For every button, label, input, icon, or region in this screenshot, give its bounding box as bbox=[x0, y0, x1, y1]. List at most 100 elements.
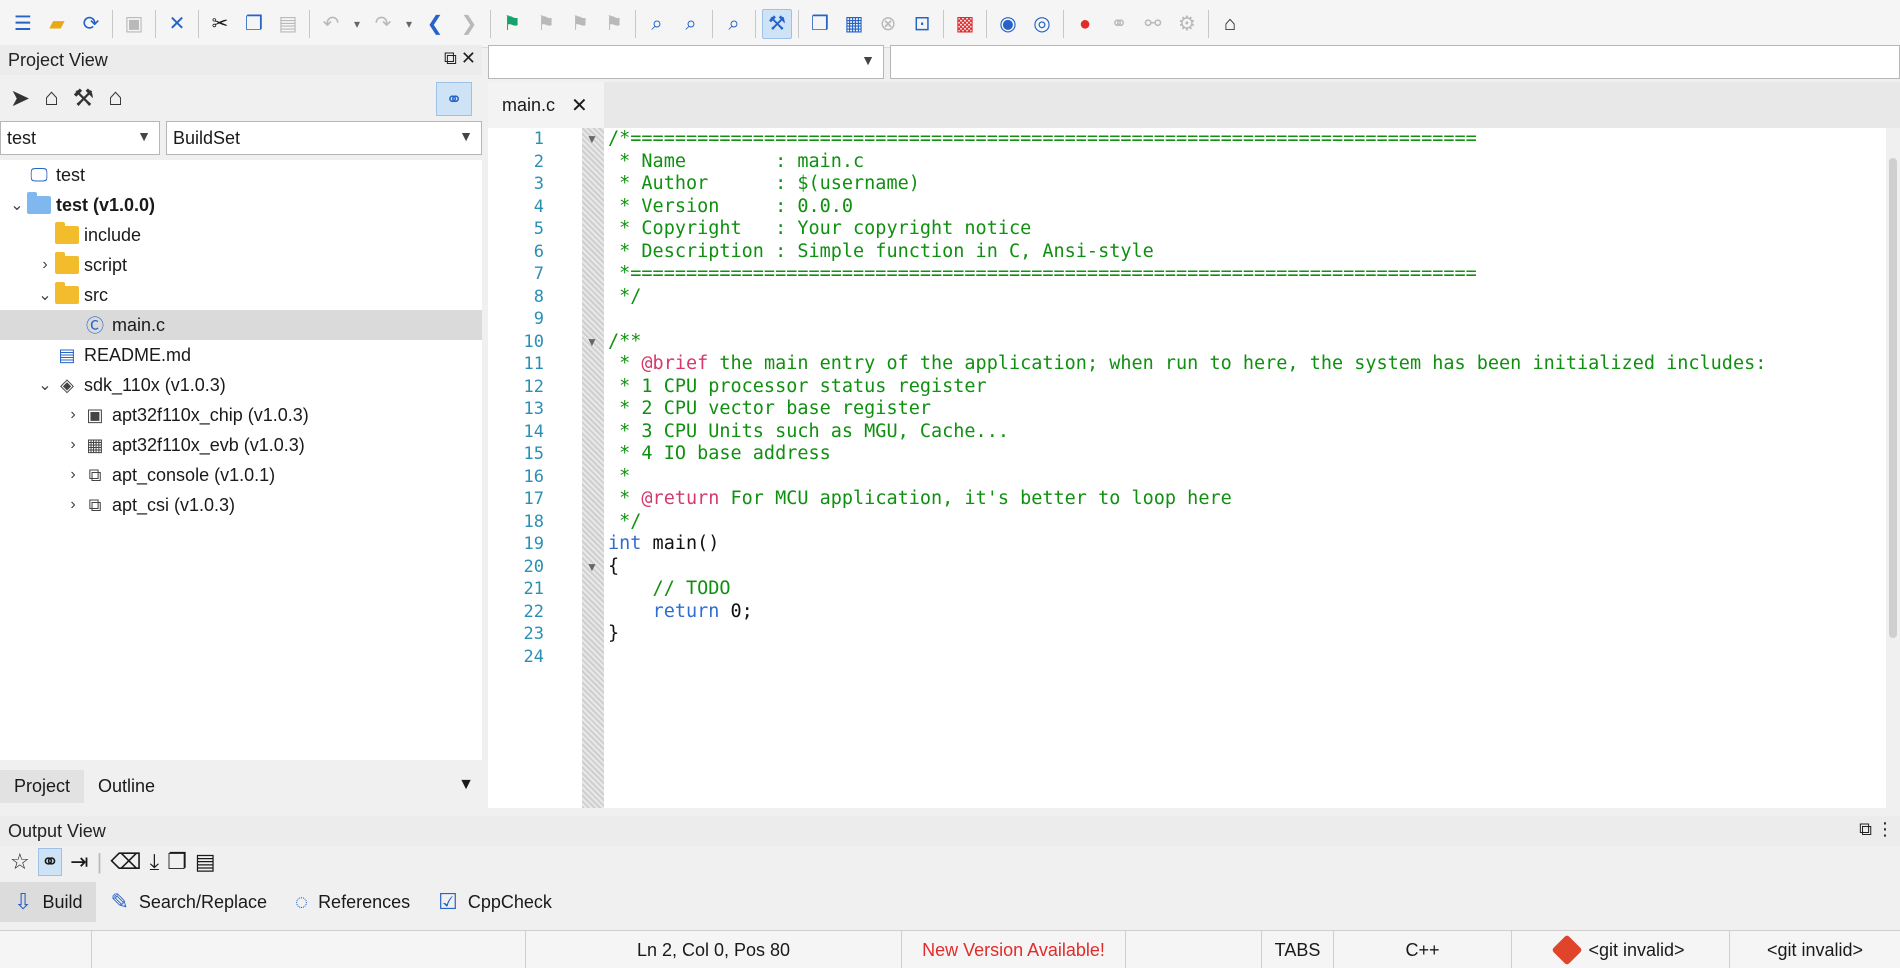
code-line[interactable]: /** bbox=[608, 331, 1900, 354]
open-folder-icon[interactable]: ▰ bbox=[42, 9, 72, 39]
more-icon[interactable]: ⋮ bbox=[1876, 819, 1894, 840]
connect-icon[interactable]: ⚭ bbox=[1104, 9, 1134, 39]
code-line[interactable]: * Description : Simple function in C, An… bbox=[608, 241, 1900, 264]
scope-select[interactable]: ▼ bbox=[488, 45, 884, 79]
chevron-right-icon[interactable]: › bbox=[64, 496, 82, 514]
redo-icon[interactable]: ↷ bbox=[368, 9, 398, 39]
save-output-icon[interactable]: ⤓ bbox=[149, 849, 159, 875]
tools-icon[interactable]: ⚒ bbox=[73, 84, 95, 113]
fold-margin[interactable]: ▼ ▼ ▼ bbox=[582, 128, 604, 808]
home-icon[interactable]: ⌂ bbox=[1215, 9, 1245, 39]
tree-item[interactable]: include bbox=[0, 220, 482, 250]
close-icon[interactable]: ✕ bbox=[571, 93, 588, 118]
scrollbar-thumb[interactable] bbox=[1889, 158, 1897, 638]
tree-item[interactable]: › script bbox=[0, 250, 482, 280]
home-icon[interactable]: ⌂ bbox=[108, 84, 123, 112]
disconnect-icon[interactable]: ⚯ bbox=[1138, 9, 1168, 39]
clear-icon[interactable]: ⌫ bbox=[110, 849, 141, 875]
code-line[interactable]: * Name : main.c bbox=[608, 151, 1900, 174]
back-icon[interactable]: ❮ bbox=[420, 9, 450, 39]
copy-icon[interactable]: ❐ bbox=[167, 849, 187, 875]
code-line[interactable]: * 2 CPU vector base register bbox=[608, 398, 1900, 421]
code-line[interactable] bbox=[608, 308, 1900, 331]
git-status-1[interactable]: <git invalid> bbox=[1512, 931, 1730, 968]
chevron-right-icon[interactable]: › bbox=[64, 406, 82, 424]
project-select[interactable]: test ▼ bbox=[0, 121, 160, 155]
link-icon[interactable]: ⚭ bbox=[37, 848, 63, 876]
wrap-icon[interactable]: ⇥ bbox=[70, 849, 88, 875]
tab-build[interactable]: ⇩ Build bbox=[0, 882, 97, 922]
code-line[interactable]: * Version : 0.0.0 bbox=[608, 196, 1900, 219]
code-line[interactable]: * @return For MCU application, it's bett… bbox=[608, 488, 1900, 511]
close-panel-icon[interactable]: ✕ bbox=[461, 48, 476, 69]
locate-icon[interactable]: ➤ bbox=[10, 84, 30, 113]
fold-icon[interactable]: ▼ bbox=[586, 560, 598, 574]
tree-item[interactable]: ⌄ test (v1.0.0) bbox=[0, 190, 482, 220]
bookmark-icon[interactable]: ⚑ bbox=[497, 9, 527, 39]
code-editor[interactable]: 1 2 3 4 5 6 7 8 9 10 11 12 13 14 15 16 17 18 19 20 21 22 23 24 … bbox=[488, 128, 1900, 808]
forward-icon[interactable]: ❯ bbox=[454, 9, 484, 39]
build-mode-icon[interactable]: ⚒ bbox=[762, 8, 792, 39]
clear-bookmark-icon[interactable]: ⚑ bbox=[599, 9, 629, 39]
new-file-icon[interactable]: ☰ bbox=[8, 9, 38, 39]
tree-item[interactable]: ▤ README.md bbox=[0, 340, 482, 370]
tab-main-c[interactable]: main.c ✕ bbox=[488, 82, 604, 128]
fold-icon[interactable]: ▼ bbox=[586, 132, 598, 146]
code-line[interactable]: * 4 IO base address bbox=[608, 443, 1900, 466]
redo-dropdown-icon[interactable]: ▾ bbox=[402, 9, 416, 39]
code-line[interactable]: * 1 CPU processor status register bbox=[608, 376, 1900, 399]
paste-icon[interactable]: ▤ bbox=[273, 9, 303, 39]
bank-icon[interactable]: ⌂ bbox=[44, 84, 59, 112]
code-line[interactable] bbox=[608, 646, 1900, 669]
indent-mode[interactable]: TABS bbox=[1262, 931, 1334, 968]
copy-icon[interactable]: ❐ bbox=[239, 9, 269, 39]
undo-dropdown-icon[interactable]: ▾ bbox=[350, 9, 364, 39]
tree-item[interactable]: › ▣ apt32f110x_chip (v1.0.3) bbox=[0, 400, 482, 430]
star-icon[interactable]: ☆ bbox=[10, 849, 30, 875]
code-line[interactable]: *=======================================… bbox=[608, 263, 1900, 286]
tab-cppcheck[interactable]: ☑ CppCheck bbox=[424, 882, 566, 922]
chevron-down-icon[interactable]: ⌄ bbox=[36, 375, 54, 395]
build-icon[interactable]: ❒ bbox=[805, 9, 835, 39]
code-line[interactable]: return 0; bbox=[608, 601, 1900, 624]
chevron-right-icon[interactable]: › bbox=[36, 256, 54, 274]
rebuild-icon[interactable]: ▦ bbox=[839, 9, 869, 39]
language-mode[interactable]: C++ bbox=[1334, 931, 1512, 968]
code-area[interactable]: /*======================================… bbox=[608, 128, 1900, 808]
code-line[interactable]: * @brief the main entry of the applicati… bbox=[608, 353, 1900, 376]
chevron-down-icon[interactable]: ⌄ bbox=[8, 195, 26, 215]
settings-icon[interactable]: ⚙ bbox=[1172, 9, 1202, 39]
next-bookmark-icon[interactable]: ⚑ bbox=[565, 9, 595, 39]
code-line[interactable]: { bbox=[608, 556, 1900, 579]
git-status-2[interactable]: <git invalid> bbox=[1730, 931, 1900, 968]
float-panel-icon[interactable]: ⧉ bbox=[444, 48, 457, 69]
code-line[interactable]: } bbox=[608, 623, 1900, 646]
tab-references[interactable]: ◌ References bbox=[281, 882, 424, 922]
code-line[interactable]: * bbox=[608, 466, 1900, 489]
tab-project[interactable]: Project bbox=[0, 769, 85, 803]
buildset-select[interactable]: BuildSet ▼ bbox=[166, 121, 482, 155]
tree-item[interactable]: › ⧉ apt_csi (v1.0.3) bbox=[0, 490, 482, 520]
debug-icon[interactable]: ◉ bbox=[993, 9, 1023, 39]
code-line[interactable]: */ bbox=[608, 286, 1900, 309]
tree-item[interactable]: ⌄ src bbox=[0, 280, 482, 310]
fold-icon[interactable]: ▼ bbox=[586, 335, 598, 349]
refresh-icon[interactable]: ⟳ bbox=[76, 9, 106, 39]
debug-step-icon[interactable]: ◎ bbox=[1027, 9, 1057, 39]
close-icon[interactable]: ✕ bbox=[162, 9, 192, 39]
code-line[interactable]: /*======================================… bbox=[608, 128, 1900, 151]
save-icon[interactable]: ▣ bbox=[119, 9, 149, 39]
tab-search-replace[interactable]: ✎ Search/Replace bbox=[96, 882, 281, 922]
tree-item[interactable]: 🖵 test bbox=[0, 160, 482, 190]
code-line[interactable]: */ bbox=[608, 511, 1900, 534]
vertical-scrollbar[interactable] bbox=[1886, 128, 1900, 808]
undo-icon[interactable]: ↶ bbox=[316, 9, 346, 39]
find-symbol-icon[interactable]: ⌕ bbox=[719, 9, 749, 39]
chevron-down-icon[interactable]: ⌄ bbox=[36, 285, 54, 305]
tree-item[interactable]: › ⧉ apt_console (v1.0.1) bbox=[0, 460, 482, 490]
code-line[interactable]: int main() bbox=[608, 533, 1900, 556]
new-version-notice[interactable]: New Version Available! bbox=[902, 931, 1126, 968]
float-panel-icon[interactable]: ⧉ bbox=[1859, 819, 1872, 840]
symbol-select[interactable] bbox=[890, 45, 1900, 79]
tree-item[interactable]: ⌄ ◈ sdk_110x (v1.0.3) bbox=[0, 370, 482, 400]
